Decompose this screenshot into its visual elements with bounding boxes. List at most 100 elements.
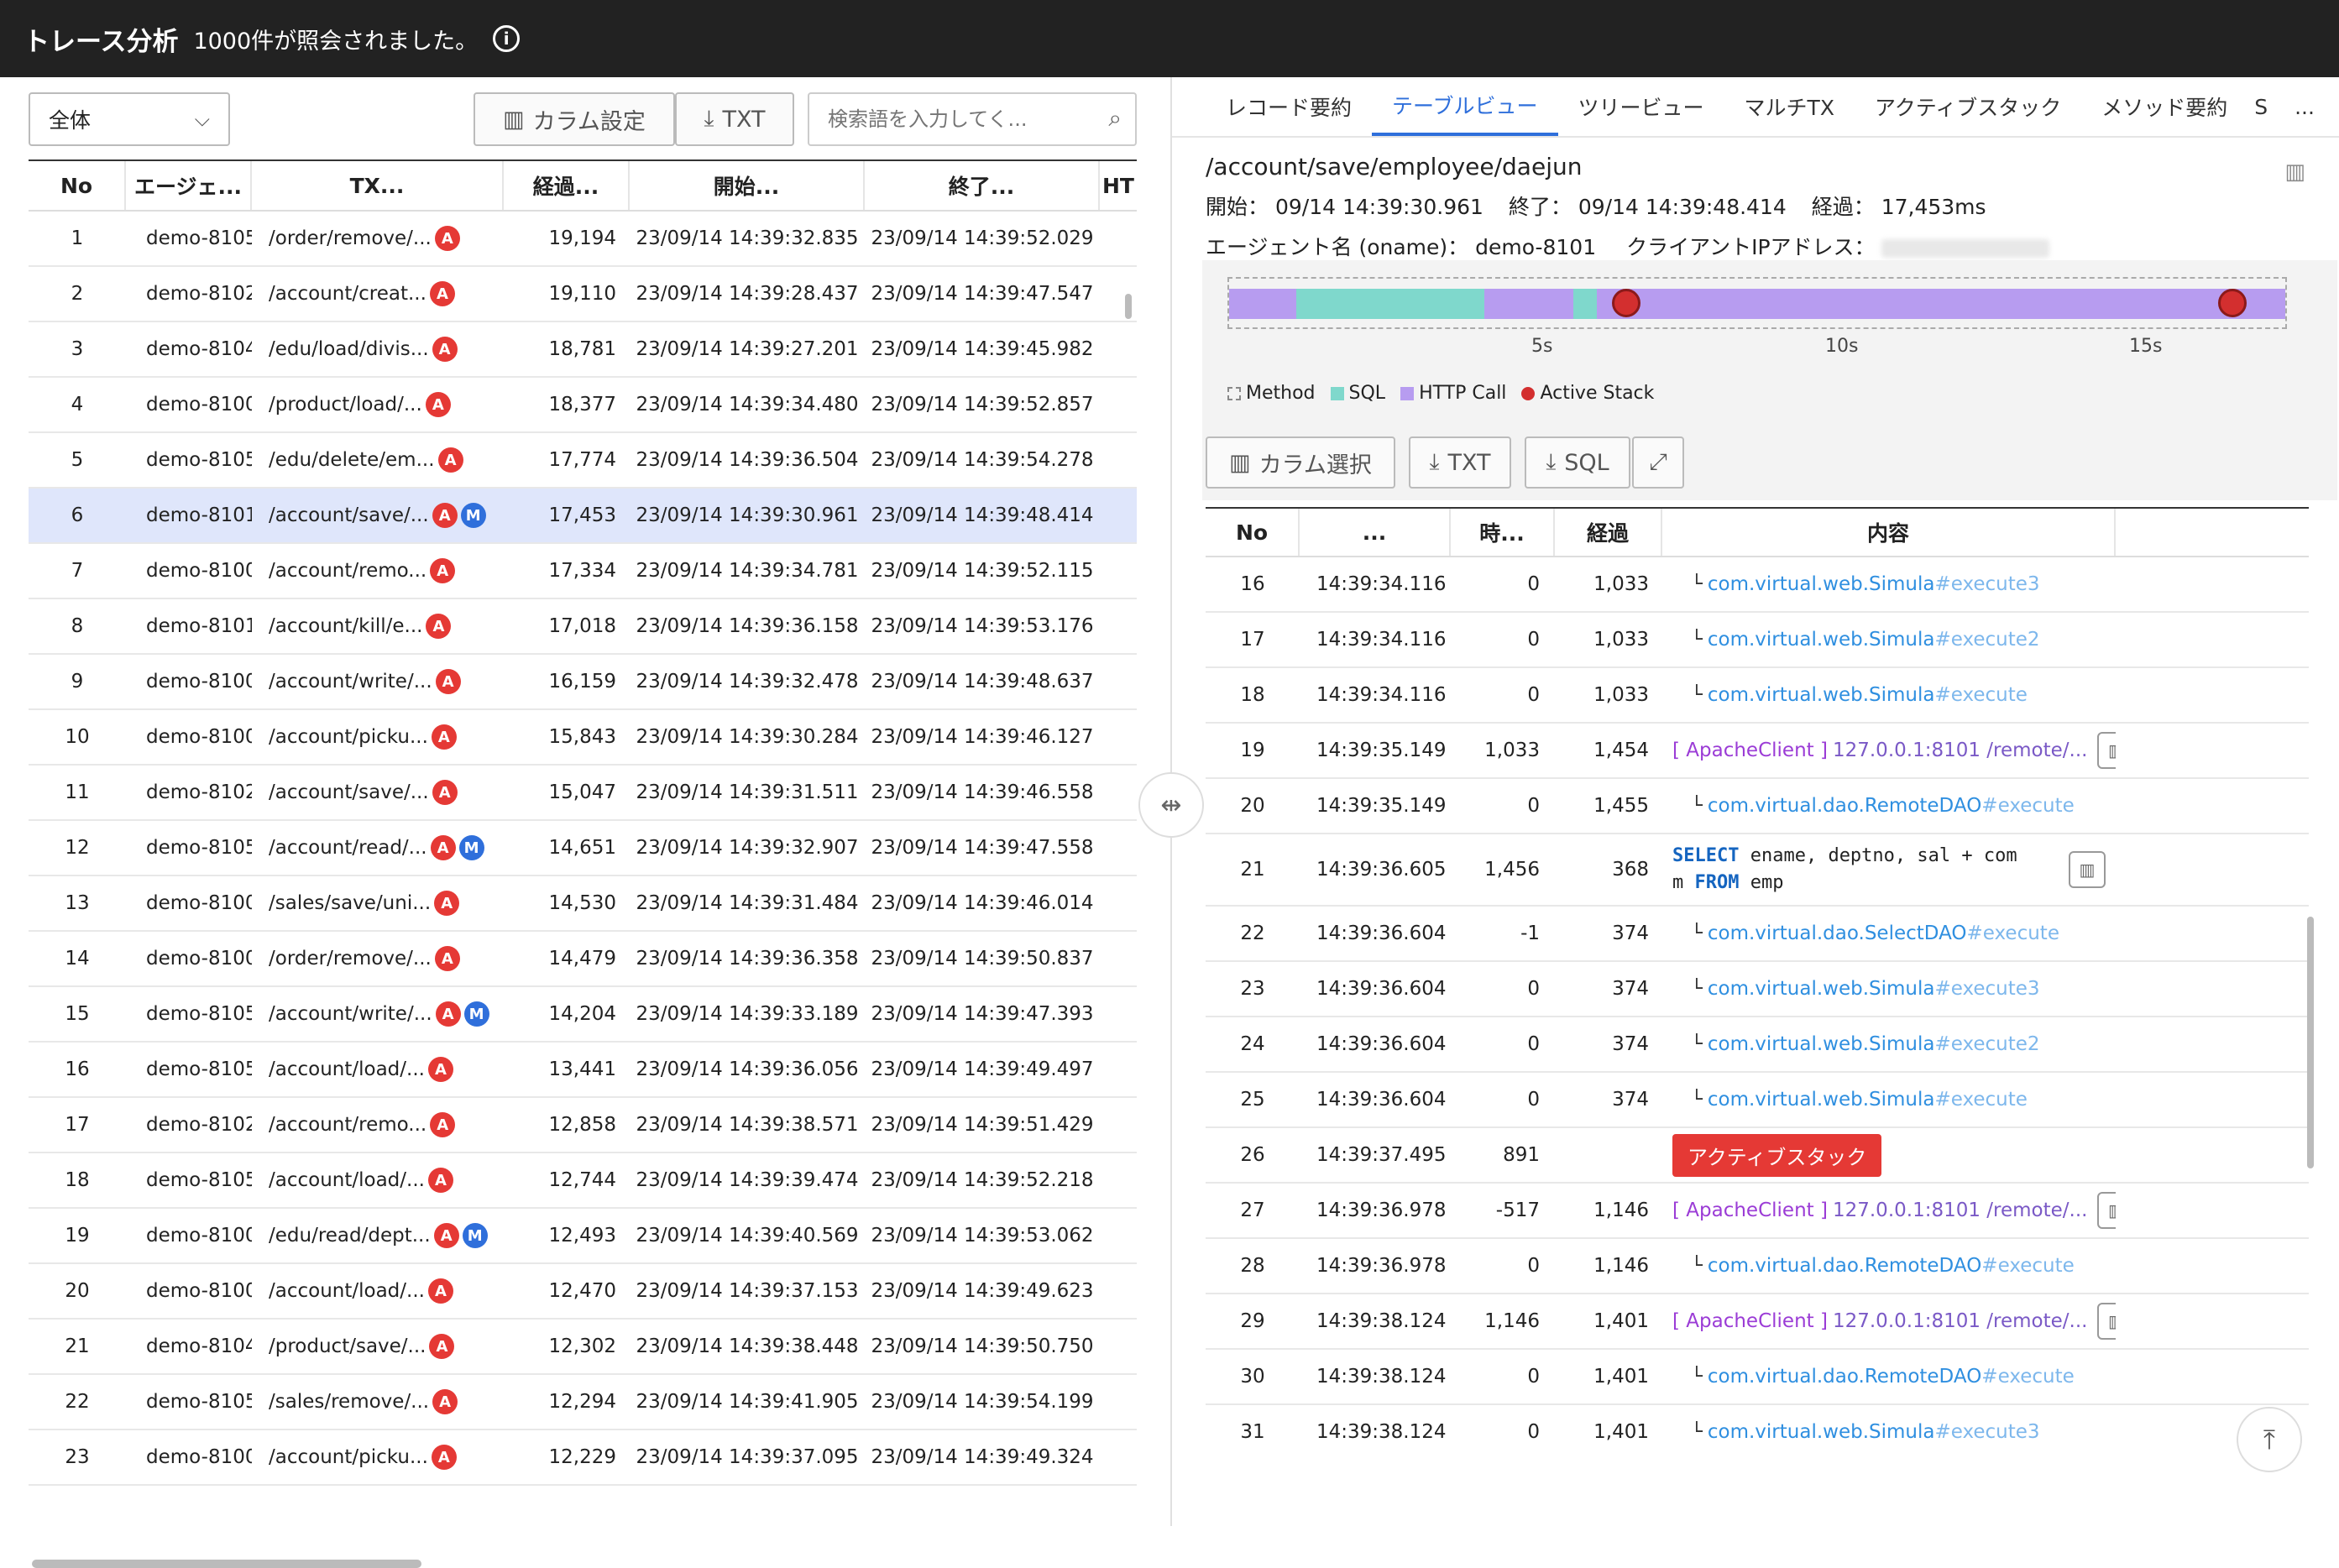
- expand-button[interactable]: ⤢: [1632, 436, 1684, 489]
- search-input[interactable]: [828, 107, 1088, 131]
- trace-row[interactable]: 27 14:39:36.978 -517 1,146 [ ApacheClient ] 1…: [1206, 1184, 2309, 1239]
- method-link[interactable]: com.virtual.web.Simula#execute2: [1708, 1033, 2040, 1055]
- scroll-to-top-button[interactable]: ⤒: [2237, 1407, 2302, 1472]
- column-header-agent[interactable]: エージェ...: [126, 161, 252, 210]
- trace-row[interactable]: 22 14:39:36.604 -1 374 └ com.virtual.dao.Sele…: [1206, 907, 2309, 962]
- column-header-delta[interactable]: 時...: [1451, 509, 1555, 556]
- method-link[interactable]: com.virtual.dao.RemoteDAO#execute: [1708, 1255, 2075, 1277]
- filter-select[interactable]: 全体 ⌵: [29, 92, 230, 146]
- table-row[interactable]: 12 demo-8105/account/read/... A M 14,651 23/0…: [29, 821, 1137, 876]
- tab-0[interactable]: レコード要約: [1206, 77, 1372, 136]
- table-row[interactable]: 11 demo-8102/account/save/... A 15,047 23/09…: [29, 766, 1137, 821]
- timeline-active-stack-marker[interactable]: [2218, 289, 2247, 317]
- table-row[interactable]: 16 demo-8105/account/load/... A 13,441 23/09…: [29, 1043, 1137, 1098]
- bar-chart-icon[interactable]: ▥: [2069, 851, 2106, 888]
- tab-4[interactable]: アクティブスタック: [1855, 77, 2081, 136]
- table-row[interactable]: 13 demo-8100/sales/save/uni... A 14,530 23/0…: [29, 876, 1137, 932]
- tab-5[interactable]: メソッド要約: [2081, 77, 2247, 136]
- column-header-tx[interactable]: TX...: [252, 161, 504, 210]
- trace-row[interactable]: 26 14:39:37.495 891 アクティブスタック: [1206, 1128, 2309, 1184]
- info-icon[interactable]: i: [493, 25, 521, 52]
- table-row[interactable]: 4 demo-8100/product/load/... A 18,377 23/09/…: [29, 378, 1137, 433]
- method-link[interactable]: com.virtual.web.Simula#execute3: [1708, 1421, 2040, 1443]
- table-row[interactable]: 21 demo-8104/product/save/... A 12,302 23/09…: [29, 1320, 1137, 1375]
- trace-row[interactable]: 19 14:39:35.149 1,033 1,454 [ ApacheClient ]…: [1206, 724, 2309, 779]
- trace-row[interactable]: 31 14:39:38.124 0 1,401 └ com.virtual.web.Sim…: [1206, 1405, 2309, 1459]
- method-link[interactable]: com.virtual.dao.RemoteDAO#execute: [1708, 1366, 2075, 1388]
- table-row[interactable]: 6 demo-8101/account/save/... A M 17,453 23/09…: [29, 489, 1137, 544]
- tab-6[interactable]: S: [2247, 77, 2274, 136]
- bar-chart-icon[interactable]: ▥: [2097, 1192, 2116, 1229]
- column-header-elapsed[interactable]: 経過...: [504, 161, 630, 210]
- table-row[interactable]: 3 demo-8104/edu/load/divis... A 18,781 23/09…: [29, 322, 1137, 378]
- method-link[interactable]: com.virtual.web.Simula#execute: [1708, 1089, 2028, 1111]
- timeline-active-stack-marker[interactable]: [1612, 289, 1640, 317]
- table-row[interactable]: 10 demo-8100/account/picku... A 15,843 23/09…: [29, 710, 1137, 766]
- vertical-scrollbar[interactable]: [2307, 917, 2314, 1168]
- sql-download-button[interactable]: ⤓ SQL: [1525, 436, 1630, 489]
- column-header-no[interactable]: No: [1206, 509, 1300, 556]
- method-link[interactable]: com.virtual.web.Simula#execute2: [1708, 629, 2040, 651]
- trace-row[interactable]: 21 14:39:36.605 1,456 368 SELECT ename, dept…: [1206, 834, 2309, 907]
- method-link[interactable]: com.virtual.dao.RemoteDAO#execute: [1708, 795, 2075, 817]
- method-link[interactable]: com.virtual.web.Simula#execute3: [1708, 978, 2040, 1000]
- tab-2[interactable]: ツリービュー: [1558, 77, 1724, 136]
- cell-delta: 0: [1527, 684, 1540, 706]
- http-call-url[interactable]: 127.0.0.1:8101 /remote/...: [1833, 1310, 2088, 1332]
- column-header-no[interactable]: No: [29, 161, 126, 210]
- column-header-time[interactable]: ...: [1300, 509, 1451, 556]
- table-row[interactable]: 22 demo-8105/sales/remove/... A 12,294 23/09…: [29, 1375, 1137, 1430]
- column-header-start[interactable]: 開始...: [630, 161, 865, 210]
- table-row[interactable]: 23 demo-8100/account/picku... A 12,229 23/09…: [29, 1430, 1137, 1486]
- trace-row[interactable]: 18 14:39:34.116 0 1,033 └ com.virtual.web.Sim…: [1206, 668, 2309, 724]
- table-row[interactable]: 8 demo-8101/account/kill/e... A 17,018 23/09…: [29, 599, 1137, 655]
- table-row[interactable]: 1 demo-8105/order/remove/... A 19,194 23/09/…: [29, 212, 1137, 267]
- method-link[interactable]: com.virtual.web.Simula#execute: [1708, 684, 2028, 706]
- tab-1[interactable]: テーブルビュー: [1372, 77, 1558, 136]
- trace-row[interactable]: 16 14:39:34.116 0 1,033 └ com.virtual.web.Sim…: [1206, 557, 2309, 613]
- column-select-button[interactable]: ▥ カラム選択: [1206, 436, 1395, 489]
- trace-row[interactable]: 24 14:39:36.604 0 374 └ com.virtual.web.Simul…: [1206, 1017, 2309, 1073]
- column-header-end[interactable]: 終了...: [865, 161, 1100, 210]
- column-header-content[interactable]: 内容: [1662, 509, 2116, 556]
- column-header-ht[interactable]: HT: [1100, 161, 1137, 210]
- trace-row[interactable]: 20 14:39:35.149 0 1,455 └ com.virtual.dao.Rem…: [1206, 779, 2309, 834]
- active-stack-button[interactable]: アクティブスタック: [1672, 1133, 1882, 1177]
- table-row[interactable]: 19 demo-8100/edu/read/dept... A M 12,493 23/0…: [29, 1209, 1137, 1264]
- table-row[interactable]: 9 demo-8100/account/write/... A 16,159 23/09…: [29, 655, 1137, 710]
- sql-text[interactable]: SELECT ename, deptno, sal + com m FROM em…: [1672, 843, 2059, 896]
- trace-row[interactable]: 28 14:39:36.978 0 1,146 └ com.virtual.dao.Rem…: [1206, 1239, 2309, 1294]
- table-row[interactable]: 2 demo-8102/account/creat... A 19,110 23/09/…: [29, 267, 1137, 322]
- cell-no: 22: [65, 1391, 90, 1413]
- table-row[interactable]: 5 demo-8105/edu/delete/em... A 17,774 23/09/…: [29, 433, 1137, 489]
- trace-row[interactable]: 30 14:39:38.124 0 1,401 └ com.virtual.dao.Rem…: [1206, 1350, 2309, 1405]
- vertical-scrollbar[interactable]: [1125, 294, 1132, 319]
- trace-row[interactable]: 17 14:39:34.116 0 1,033 └ com.virtual.web.Sim…: [1206, 613, 2309, 668]
- trace-row[interactable]: 25 14:39:36.604 0 374 └ com.virtual.web.Simul…: [1206, 1073, 2309, 1128]
- table-row[interactable]: 18 demo-8105/account/load/... A 12,744 23/09…: [29, 1153, 1137, 1209]
- method-link[interactable]: com.virtual.dao.SelectDAO#execute: [1708, 923, 2059, 944]
- http-call-url[interactable]: 127.0.0.1:8101 /remote/...: [1833, 740, 2088, 761]
- bar-chart-icon[interactable]: ▥: [2284, 159, 2305, 185]
- table-row[interactable]: 14 demo-8100/order/remove/... A 14,479 23/09…: [29, 932, 1137, 987]
- table-row[interactable]: 17 demo-8102/account/remo... A 12,858 23/09/…: [29, 1098, 1137, 1153]
- table-row[interactable]: 15 demo-8105/account/write/... A M 14,204 23/…: [29, 987, 1137, 1043]
- method-link[interactable]: com.virtual.web.Simula#execute3: [1708, 573, 2040, 595]
- badge-a: A: [431, 724, 457, 750]
- trace-row[interactable]: 29 14:39:38.124 1,146 1,401 [ ApacheClient ]…: [1206, 1294, 2309, 1350]
- tab-7[interactable]: ...: [2274, 77, 2335, 136]
- horizontal-scrollbar[interactable]: [32, 1560, 421, 1568]
- table-row[interactable]: 7 demo-8100/account/remo... A 17,334 23/09/1…: [29, 544, 1137, 599]
- column-settings-button[interactable]: ▥ カラム設定: [474, 92, 675, 146]
- txt-download-button[interactable]: ⤓ TXT: [1409, 436, 1511, 489]
- http-call-url[interactable]: 127.0.0.1:8101 /remote/...: [1833, 1200, 2088, 1221]
- bar-chart-icon[interactable]: ▥: [2097, 732, 2116, 769]
- txt-download-button[interactable]: ⤓ TXT: [675, 92, 794, 146]
- column-header-elapsed[interactable]: 経過: [1555, 509, 1662, 556]
- trace-row[interactable]: 23 14:39:36.604 0 374 └ com.virtual.web.Simul…: [1206, 962, 2309, 1017]
- bar-chart-icon[interactable]: ▥: [2097, 1303, 2116, 1340]
- tab-3[interactable]: マルチTX: [1724, 77, 1855, 136]
- badge-a: A: [432, 503, 458, 528]
- search-icon[interactable]: ⌕: [1108, 104, 1122, 133]
- table-row[interactable]: 20 demo-8100/account/load/... A 12,470 23/09…: [29, 1264, 1137, 1320]
